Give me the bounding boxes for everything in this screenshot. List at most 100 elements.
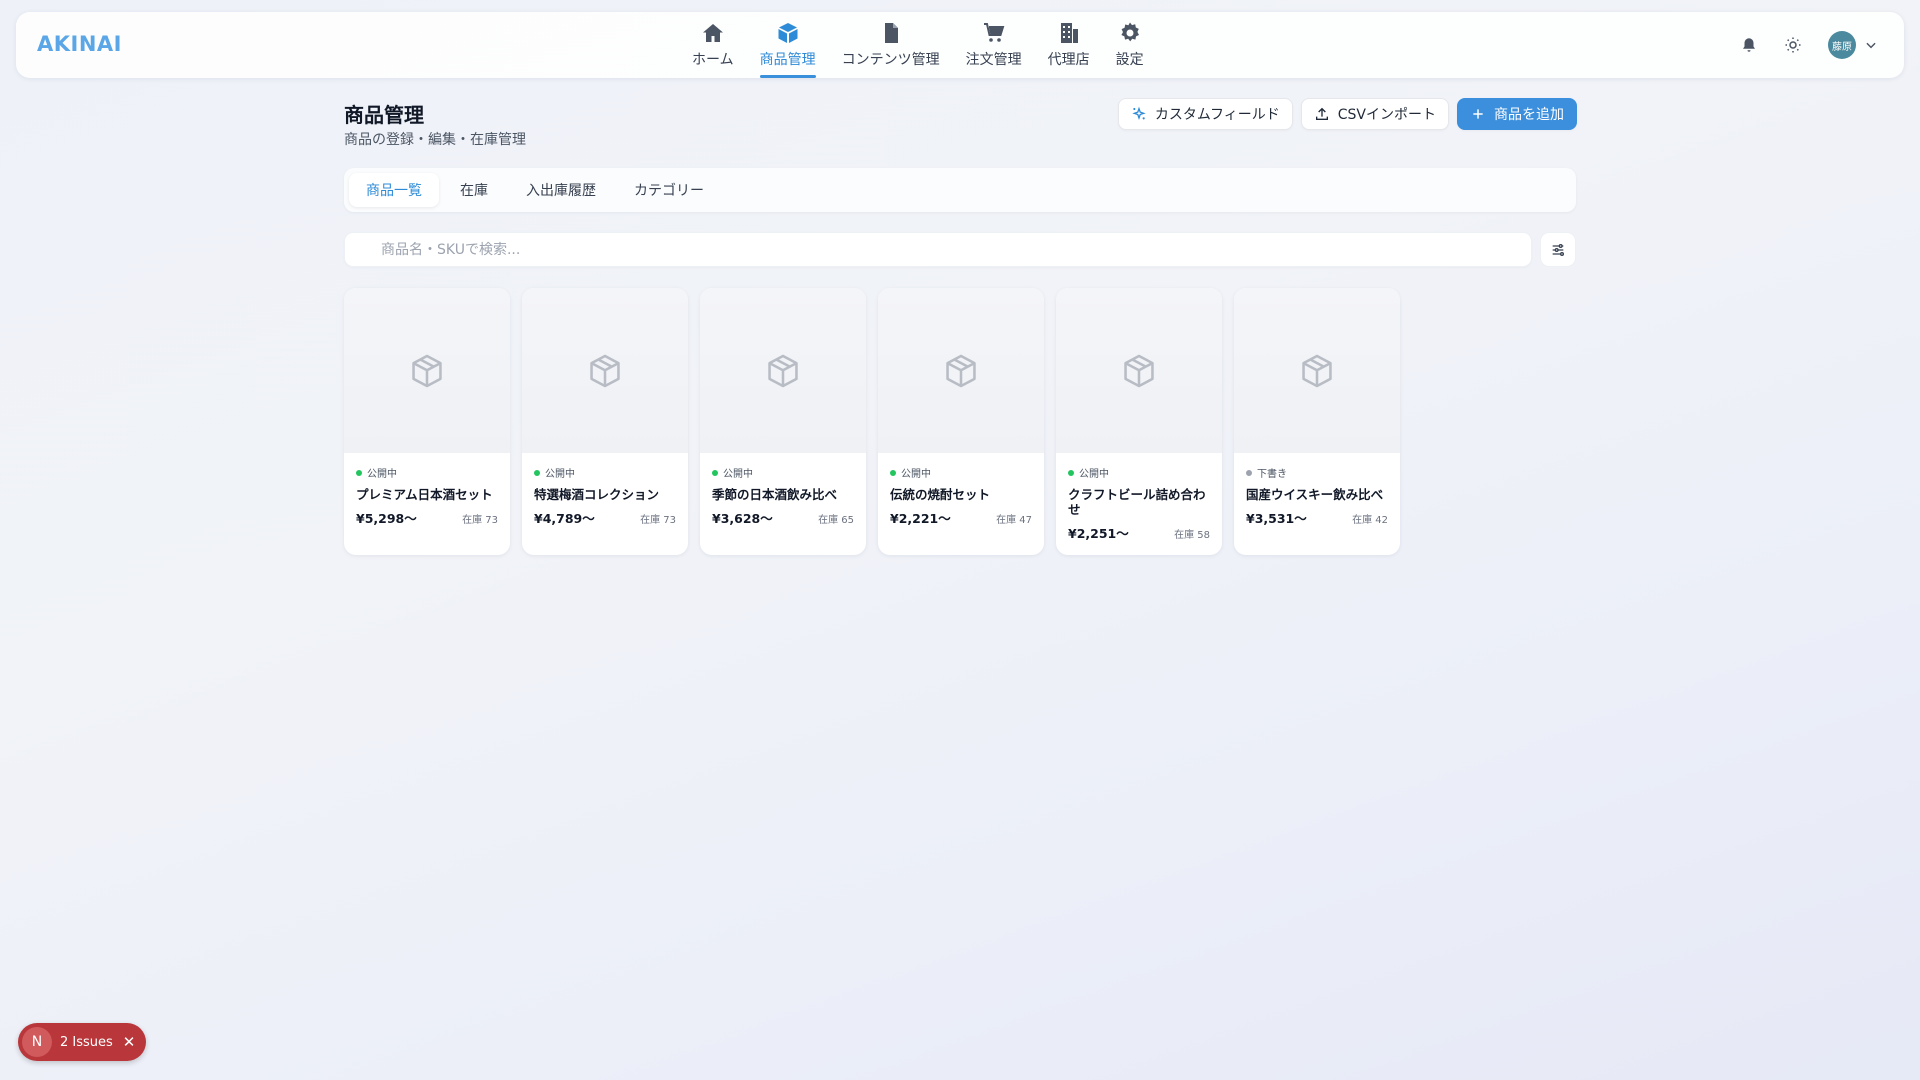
product-thumbnail	[700, 288, 866, 453]
product-name: プレミアム日本酒セット	[356, 487, 493, 502]
product-name: 季節の日本酒飲み比べ	[712, 487, 838, 502]
status-badge: 公開中	[534, 465, 676, 480]
product-stock: 在庫 65	[818, 515, 854, 526]
tab-bar: 商品一覧 在庫 入出庫履歴 カテゴリー	[344, 168, 1576, 212]
product-stock: 在庫 47	[996, 515, 1032, 526]
product-card[interactable]: 公開中 クラフトビール詰め合わせ ¥2,251〜 在庫 58	[1056, 288, 1222, 555]
nav-item-label: ホーム	[692, 52, 734, 68]
product-price: ¥4,789〜	[534, 511, 595, 526]
sliders-icon	[1552, 243, 1564, 256]
product-stock: 在庫 42	[1352, 515, 1388, 526]
upload-icon	[1315, 107, 1328, 120]
nav-item-label: 代理店	[1047, 52, 1090, 68]
nav-item-label: 商品管理	[759, 52, 816, 68]
status-badge: 公開中	[356, 465, 498, 480]
search-box	[344, 232, 1532, 267]
nav-item-content[interactable]: コンテンツ管理	[829, 12, 953, 78]
status-label: 下書き	[1257, 469, 1287, 480]
tab-categories[interactable]: カテゴリー	[617, 173, 721, 207]
tab-stock[interactable]: 在庫	[443, 173, 505, 207]
main-nav: ホーム 商品管理 コンテンツ管理 注文管理 代理店 設定	[679, 12, 1157, 78]
product-card[interactable]: 公開中 伝統の焼酎セット ¥2,221〜 在庫 47	[878, 288, 1044, 555]
chevron-down-icon	[1866, 42, 1876, 49]
plus-icon	[1473, 109, 1483, 119]
status-dot	[890, 469, 896, 476]
status-label: 公開中	[1079, 469, 1109, 480]
add-product-label: 商品を追加	[1494, 107, 1564, 123]
user-menu[interactable]: 藤原	[1828, 31, 1878, 59]
issues-label: 2 Issues	[60, 1034, 113, 1050]
product-thumbnail	[1056, 288, 1222, 453]
status-label: 公開中	[367, 469, 397, 480]
product-price: ¥5,298〜	[356, 511, 417, 526]
sparkle-icon	[1132, 106, 1146, 121]
product-name: 国産ウイスキー飲み比べ	[1246, 487, 1384, 502]
product-stock: 在庫 73	[462, 515, 498, 526]
status-badge: 公開中	[1068, 465, 1210, 480]
gear-icon	[1120, 22, 1139, 42]
product-thumbnail	[878, 288, 1044, 453]
csv-import-label: CSVインポート	[1337, 107, 1436, 123]
product-card[interactable]: 公開中 季節の日本酒飲み比べ ¥3,628〜 在庫 65	[700, 288, 866, 555]
filter-button[interactable]	[1540, 232, 1576, 267]
product-name: 伝統の焼酎セット	[890, 487, 991, 502]
product-price: ¥3,628〜	[712, 511, 773, 526]
product-stock: 在庫 58	[1174, 530, 1210, 541]
sun-icon[interactable]	[1784, 36, 1802, 54]
nav-item-label: 注文管理	[965, 52, 1022, 68]
close-icon[interactable]: ✕	[123, 1033, 136, 1051]
package-icon	[1124, 354, 1154, 387]
nav-item-agency[interactable]: 代理店	[1035, 12, 1103, 78]
status-badge: 公開中	[890, 465, 1032, 480]
status-label: 公開中	[545, 469, 575, 480]
issues-indicator[interactable]: N 2 Issues ✕	[18, 1023, 146, 1061]
status-badge: 公開中	[712, 465, 854, 480]
nav-item-orders[interactable]: 注文管理	[953, 12, 1035, 78]
package-icon	[1302, 354, 1332, 387]
status-dot	[356, 469, 362, 476]
building-icon	[1060, 23, 1078, 43]
product-price: ¥2,221〜	[890, 511, 951, 526]
search-input[interactable]	[345, 233, 1531, 266]
top-right-controls: 藤原	[1740, 12, 1878, 78]
product-card[interactable]: 公開中 プレミアム日本酒セット ¥5,298〜 在庫 73	[344, 288, 510, 555]
status-dot	[1068, 469, 1074, 476]
product-thumbnail	[344, 288, 510, 453]
status-label: 公開中	[723, 469, 753, 480]
product-price: ¥2,251〜	[1068, 526, 1129, 541]
product-card[interactable]: 公開中 特選梅酒コレクション ¥4,789〜 在庫 73	[522, 288, 688, 555]
nav-item-home[interactable]: ホーム	[679, 12, 747, 78]
package-icon	[412, 354, 442, 387]
nav-item-products[interactable]: 商品管理	[747, 12, 829, 78]
product-card[interactable]: 下書き 国産ウイスキー飲み比べ ¥3,531〜 在庫 42	[1234, 288, 1400, 555]
product-thumbnail	[522, 288, 688, 453]
status-label: 公開中	[901, 469, 931, 480]
cart-icon	[983, 23, 1004, 42]
home-icon	[702, 24, 723, 42]
document-icon	[884, 23, 898, 43]
issues-badge: N	[22, 1027, 52, 1057]
product-stock: 在庫 73	[640, 515, 676, 526]
page-title: 商品管理	[344, 103, 424, 127]
box-icon	[778, 23, 798, 43]
package-icon	[946, 354, 976, 387]
tab-product-list[interactable]: 商品一覧	[349, 173, 439, 207]
tab-stock-history[interactable]: 入出庫履歴	[509, 173, 613, 207]
app-logo[interactable]: AKINAI	[37, 32, 122, 56]
custom-fields-button[interactable]: カスタムフィールド	[1117, 98, 1293, 130]
status-dot	[534, 469, 540, 476]
add-product-button[interactable]: 商品を追加	[1457, 98, 1577, 130]
bell-icon[interactable]	[1740, 36, 1758, 54]
top-navigation-bar: AKINAI ホーム 商品管理 コンテンツ管理 注文管理 代理店 設定 藤原	[16, 12, 1904, 78]
status-dot	[712, 469, 718, 476]
nav-item-label: 設定	[1115, 52, 1144, 68]
custom-fields-label: カスタムフィールド	[1154, 107, 1280, 123]
product-name: 特選梅酒コレクション	[534, 487, 660, 502]
product-grid: 公開中 プレミアム日本酒セット ¥5,298〜 在庫 73 公開中 特選梅酒コレク…	[344, 288, 1400, 555]
package-icon	[590, 354, 620, 387]
csv-import-button[interactable]: CSVインポート	[1300, 98, 1449, 130]
product-price: ¥3,531〜	[1246, 511, 1307, 526]
status-badge: 下書き	[1246, 465, 1388, 480]
nav-item-settings[interactable]: 設定	[1103, 12, 1157, 78]
page-subtitle: 商品の登録・編集・在庫管理	[344, 132, 526, 148]
